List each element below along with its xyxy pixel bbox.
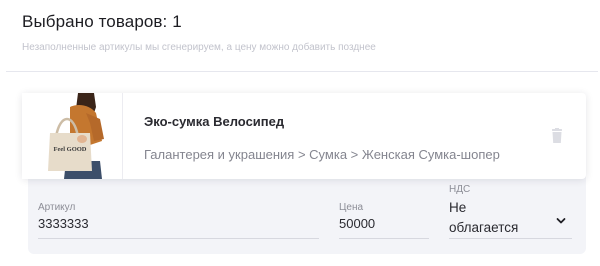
vat-select[interactable]: НДС Не облагается [449, 184, 572, 239]
article-label: Артикул [38, 202, 76, 213]
page-subtitle: Незаполненные артикулы мы сгенерируем, а… [22, 42, 376, 53]
product-card: Feel GOOD Эко-сумка Велосипед Галантерея… [22, 93, 586, 179]
article-underline [38, 238, 319, 239]
vat-underline [449, 238, 572, 239]
product-image: Feel GOOD [22, 93, 123, 179]
vat-value[interactable]: Не облагается [449, 198, 539, 238]
divider [6, 71, 598, 72]
header: Выбрано товаров: 1 Незаполненные артикул… [22, 12, 580, 53]
page-title: Выбрано товаров: 1 [22, 12, 182, 31]
bag-print-text: Feel GOOD [53, 146, 86, 153]
product-name: Эко-сумка Велосипед [144, 114, 285, 129]
vat-label: НДС [449, 184, 471, 195]
price-input[interactable]: 50000 [339, 216, 429, 231]
trash-icon[interactable] [550, 128, 564, 144]
product-category: Галантерея и украшения > Сумка > Женская… [144, 147, 500, 162]
article-field[interactable]: Артикул 3333333 [38, 202, 319, 239]
price-field[interactable]: Цена 50000 [339, 202, 429, 239]
price-underline [339, 238, 429, 239]
chevron-down-icon[interactable] [556, 212, 566, 224]
price-label: Цена [339, 202, 364, 213]
article-input[interactable]: 3333333 [38, 216, 319, 231]
